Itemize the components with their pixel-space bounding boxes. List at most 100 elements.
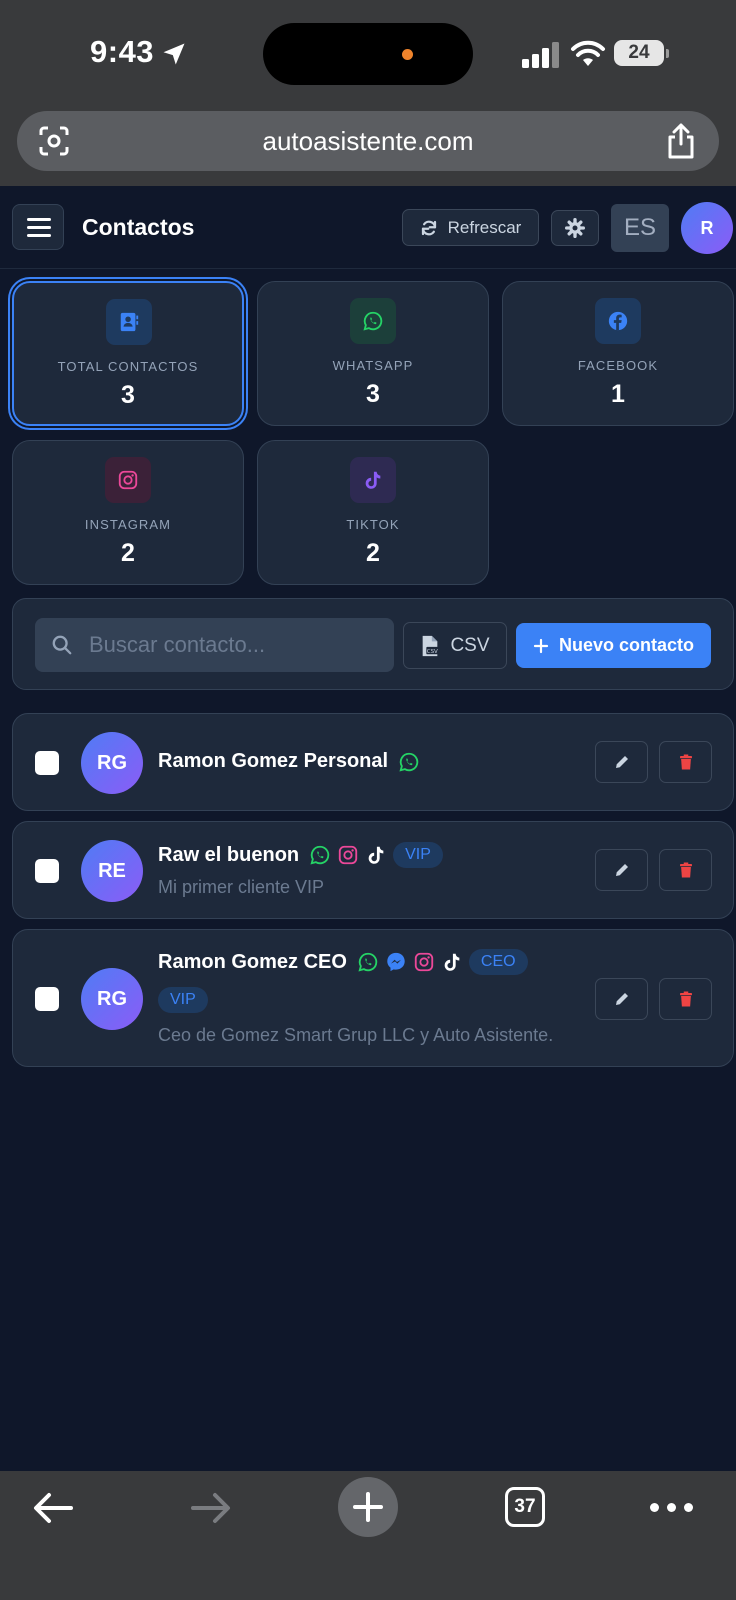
tiktok-icon (368, 846, 384, 864)
language-button[interactable]: ES (611, 204, 669, 252)
share-icon[interactable] (665, 122, 697, 160)
stat-card-facebook[interactable]: FACEBOOK 1 (502, 281, 734, 426)
edit-button[interactable] (595, 978, 648, 1020)
whatsapp-icon (358, 952, 378, 972)
edit-button[interactable] (595, 849, 648, 891)
status-time: 9:43 (90, 34, 155, 69)
messenger-icon (387, 952, 405, 972)
wifi-icon (571, 40, 605, 66)
refresh-button[interactable]: Refrescar (402, 209, 539, 246)
edit-button[interactable] (595, 741, 648, 783)
csv-file-icon: CSV (423, 635, 439, 656)
contact-tag-row: VIP (158, 987, 208, 1013)
refresh-label: Refrescar (447, 217, 522, 237)
select-checkbox[interactable] (35, 987, 59, 1011)
location-arrow-icon (163, 43, 185, 65)
stat-card-tiktok[interactable]: TIKTOK 2 (257, 440, 489, 585)
delete-button[interactable] (659, 849, 712, 891)
hamburger-menu-button[interactable] (12, 204, 64, 250)
stat-icon-box (595, 298, 641, 344)
url-bar[interactable]: autoasistente.com (17, 111, 719, 171)
whatsapp-icon (310, 845, 330, 865)
forward-arrow-icon[interactable] (190, 1491, 232, 1525)
stat-card-total[interactable]: TOTAL CONTACTOS 3 (12, 281, 244, 426)
tag-badge: VIP (393, 842, 443, 868)
contact-avatar: RG (81, 968, 143, 1030)
hamburger-line (27, 234, 51, 237)
tab-switcher-button[interactable]: 37 (505, 1487, 545, 1527)
contacts-icon (120, 312, 139, 332)
tiktok-icon (365, 471, 381, 489)
plus-icon (353, 1492, 383, 1522)
stat-card-whatsapp[interactable]: WHATSAPP 3 (257, 281, 489, 426)
app-header: Contactos Refrescar ES R (0, 186, 736, 269)
stat-value: 3 (366, 380, 380, 408)
whatsapp-icon (363, 311, 383, 331)
new-contact-label: Nuevo contacto (558, 635, 695, 655)
stat-card-instagram[interactable]: INSTAGRAM 2 (12, 440, 244, 585)
contact-name-row: Ramon Gomez CEO CEO (158, 949, 528, 975)
new-tab-button[interactable] (338, 1477, 398, 1537)
dynamic-island (263, 23, 473, 85)
contact-row[interactable]: RG Ramon Gomez Personal (12, 713, 734, 811)
browser-bottom-bar: 37 (0, 1471, 736, 1600)
more-dot (667, 1503, 676, 1512)
delete-button[interactable] (659, 741, 712, 783)
tag-badge: VIP (158, 987, 208, 1013)
contact-name: Ramon Gomez Personal (158, 750, 389, 772)
stat-icon-box (105, 457, 151, 503)
whatsapp-icon (399, 752, 419, 772)
contact-note: Ceo de Gomez Smart Grup LLC y Auto Asist… (158, 1025, 554, 1045)
delete-button[interactable] (659, 978, 712, 1020)
contacts-toolbar: CSV CSV Nuevo contacto (12, 598, 734, 690)
select-checkbox[interactable] (35, 751, 59, 775)
search-input[interactable] (89, 618, 384, 672)
refresh-icon (421, 220, 436, 235)
tag-badge: CEO (468, 949, 528, 975)
contact-row[interactable]: RG Ramon Gomez CEO CEO VIP Ceo de Gomez … (12, 929, 734, 1067)
new-contact-button[interactable]: Nuevo contacto (516, 623, 711, 668)
contact-note: Mi primer cliente VIP (158, 877, 325, 897)
stat-icon-box (350, 457, 396, 503)
select-checkbox[interactable] (35, 859, 59, 883)
stat-label: FACEBOOK (577, 358, 659, 373)
stat-value: 1 (611, 380, 625, 408)
trash-icon (679, 754, 692, 770)
stat-value: 3 (121, 381, 135, 409)
contact-avatar: RE (81, 840, 143, 902)
back-arrow-icon[interactable] (32, 1491, 74, 1525)
pencil-icon (615, 993, 628, 1005)
plus-icon (533, 638, 549, 653)
stat-label: INSTAGRAM (84, 517, 172, 532)
contact-name-row: Raw el buenon VIP (158, 842, 443, 868)
instagram-icon (118, 470, 138, 490)
csv-export-button[interactable]: CSV CSV (403, 622, 507, 669)
more-menu-icon[interactable] (650, 1503, 693, 1512)
settings-button[interactable] (551, 210, 599, 246)
more-dot (650, 1503, 659, 1512)
instagram-icon (338, 845, 358, 865)
csv-label: CSV (450, 634, 490, 656)
contact-name: Raw el buenon (158, 843, 300, 866)
contact-avatar: RG (81, 732, 143, 794)
more-dot (684, 1503, 693, 1512)
battery-indicator: 24 (614, 40, 669, 66)
trash-icon (679, 991, 692, 1007)
hamburger-line (27, 218, 51, 221)
search-icon (52, 635, 72, 655)
url-text[interactable]: autoasistente.com (17, 126, 719, 157)
facebook-icon (608, 311, 628, 331)
contact-row[interactable]: RE Raw el buenon VIP Mi primer cliente V… (12, 821, 734, 919)
stat-icon-box (106, 299, 152, 345)
instagram-icon (414, 952, 434, 972)
browser-chrome-top: 9:43 24 autoasistente.com (0, 0, 736, 186)
stat-label: TIKTOK (346, 517, 400, 532)
gear-icon (565, 218, 585, 238)
user-avatar[interactable]: R (681, 202, 733, 254)
contact-name: Ramon Gomez CEO (158, 950, 347, 973)
contact-name-row: Ramon Gomez Personal (158, 750, 420, 773)
stat-label: WHATSAPP (332, 358, 414, 373)
stat-icon-box (350, 298, 396, 344)
search-box[interactable] (35, 618, 394, 672)
trash-icon (679, 862, 692, 878)
